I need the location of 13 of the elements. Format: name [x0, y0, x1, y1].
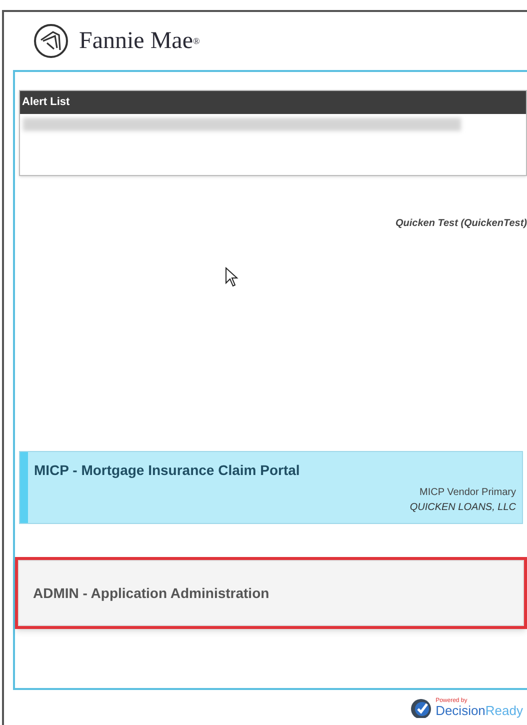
product-logo-text: DecisionReady [436, 704, 523, 716]
mouse-cursor-icon [225, 267, 239, 287]
house-logo-icon [33, 23, 69, 59]
user-name: Quicken Test (QuickenTest) [395, 217, 527, 231]
app-card[interactable]: MICP - Mortgage Insurance Claim Portal MICP Vendor Primary QUICKEN LOANS, LLC [19, 451, 523, 524]
app-role: MICP Vendor Primary [419, 486, 516, 500]
app-title: ADMIN - Application Administration [33, 584, 270, 603]
app-organization: QUICKEN LOANS, LLC [410, 501, 516, 515]
app-title: MICP - Mortgage Insurance Claim Portal [34, 461, 301, 480]
card-accent-bar [20, 452, 28, 523]
alert-list-header: Alert List [20, 91, 526, 114]
app-card[interactable]: ADMIN - Application Administration [18, 560, 524, 626]
brand-name: Fannie Mae$^{®}$ [79, 27, 200, 56]
